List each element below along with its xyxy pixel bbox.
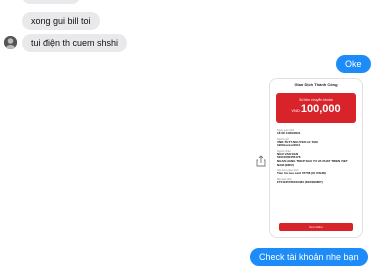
outgoing-message-reply: Oke bbox=[336, 55, 371, 73]
receipt-field-value: Tien tra cuu card 07758 (IG OSHN) bbox=[277, 171, 326, 176]
receipt-field-value: 16:08 14/06/2021 bbox=[277, 131, 301, 135]
incoming-message-1: xong gui bill toi bbox=[22, 12, 100, 30]
transfer-receipt-image[interactable]: Giao Dịch Thành Công Số tiền chuyển khoả… bbox=[270, 79, 362, 237]
receipt-amount-panel: Số tiền chuyển khoản VND100,000 bbox=[276, 93, 356, 123]
incoming-message-2: tui điện th cuem shshi bbox=[22, 34, 128, 52]
outgoing-message-partial: Check tài khoản nhe bạn bbox=[250, 248, 368, 266]
avatar[interactable] bbox=[4, 36, 17, 49]
receipt-details: Ngày giao dịch 16:08 14/06/2021 Người gử… bbox=[277, 127, 355, 184]
chat-screen: { "messages": { "incoming": [ {"text": "… bbox=[0, 0, 374, 266]
receipt-subtitle: Số tiền chuyển khoản bbox=[299, 98, 333, 102]
receipt-amount: VND100,000 bbox=[276, 103, 356, 115]
share-icon[interactable] bbox=[256, 154, 266, 167]
receipt-action-button[interactable]: Xem thêm bbox=[279, 223, 353, 231]
receipt-field-value: NGO VAN DAN 52010000455178 NGAN HANG TMC… bbox=[277, 151, 348, 167]
receipt-currency: VND bbox=[291, 108, 300, 113]
receipt-field-value: VND-TGTT-NGUYEN LE TAM 1900xxxxxx0011 bbox=[277, 139, 318, 148]
receipt-header: Giao Dịch Thành Công bbox=[294, 82, 338, 87]
receipt-field-value: FT21165766100483 (D1R290857) bbox=[277, 179, 323, 184]
incoming-message-partial bbox=[22, 0, 80, 4]
receipt-amount-value: 100,000 bbox=[300, 103, 341, 115]
